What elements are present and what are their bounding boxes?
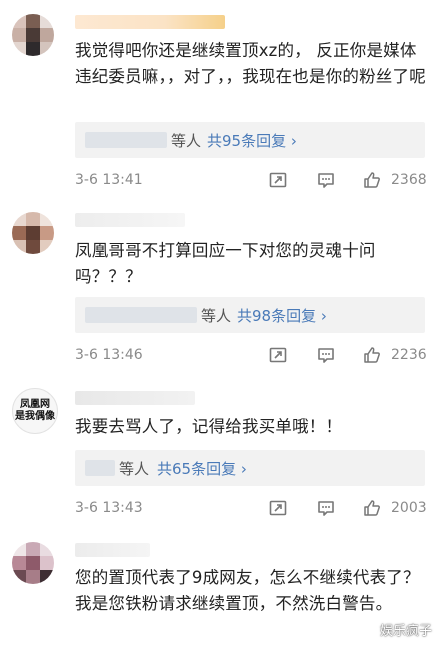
avatar[interactable] [12, 14, 54, 56]
avatar-text-line1: 凤凰网 [20, 399, 50, 410]
comment-icon[interactable] [316, 498, 338, 520]
username-blurred[interactable] [75, 543, 150, 557]
like-count: 2236 [391, 347, 427, 363]
comment-time: 3-6 13:43 [75, 500, 143, 516]
reply-others-label: 等人 [171, 132, 202, 150]
comment-icon[interactable] [316, 170, 338, 192]
username-blurred[interactable] [75, 213, 185, 227]
comment-meta: 3-6 13:41 2368 [75, 170, 430, 192]
reply-summary[interactable]: 等人 共98条回复 › [75, 297, 425, 333]
comment-meta: 3-6 13:46 2236 [75, 345, 430, 367]
comment-text: 凤凰哥哥不打算回应一下对您的灵魂十问吗？？？ [75, 241, 376, 286]
reply-users-blurred [85, 460, 115, 476]
reply-summary[interactable]: 等人 共65条回复 › [75, 450, 425, 486]
avatar[interactable] [12, 212, 54, 254]
comment-text: 我觉得吧你还是继续置顶xz的， 反正你是媒体违纪委员嘛，，对了，，我现在也是你的… [75, 41, 426, 86]
like-count: 2003 [391, 500, 427, 516]
reply-users-blurred [85, 132, 167, 148]
thumbs-up-icon[interactable] [362, 498, 384, 520]
thumbs-up-icon[interactable] [362, 170, 384, 192]
comment-icon[interactable] [316, 345, 338, 367]
reply-count-link[interactable]: 共65条回复 › [157, 458, 247, 479]
comment-text: 我要去骂人了，记得给我买单哦！！ [75, 417, 343, 436]
share-icon[interactable] [268, 345, 290, 367]
watermark: 娱乐疯子 [379, 624, 432, 639]
reply-summary[interactable]: 等人 共95条回复 › [75, 122, 425, 158]
avatar-text-line2: 是我偶像 [15, 411, 55, 422]
reply-others-label: 等人 [119, 460, 150, 478]
reply-others-label: 等人 [201, 307, 232, 325]
username-blurred[interactable] [75, 391, 195, 405]
thumbs-up-icon[interactable] [362, 345, 384, 367]
share-icon[interactable] [268, 498, 290, 520]
comment-text: 您的置顶代表了9成网友，怎么不继续代表了？我是您铁粉请求继续置顶，不然洗白警告。 [75, 568, 420, 613]
like-count: 2368 [391, 172, 427, 188]
comment-meta: 3-6 13:43 2003 [75, 498, 430, 520]
comment-time: 3-6 13:41 [75, 172, 143, 188]
share-icon[interactable] [268, 170, 290, 192]
reply-count-link[interactable]: 共95条回复 › [207, 130, 297, 151]
avatar[interactable] [12, 542, 54, 584]
reply-users-blurred [85, 307, 197, 323]
username-blurred[interactable] [75, 15, 225, 29]
reply-count-link[interactable]: 共98条回复 › [237, 305, 327, 326]
comment-time: 3-6 13:46 [75, 347, 143, 363]
avatar[interactable]: 凤凰网 是我偶像 [12, 388, 58, 434]
